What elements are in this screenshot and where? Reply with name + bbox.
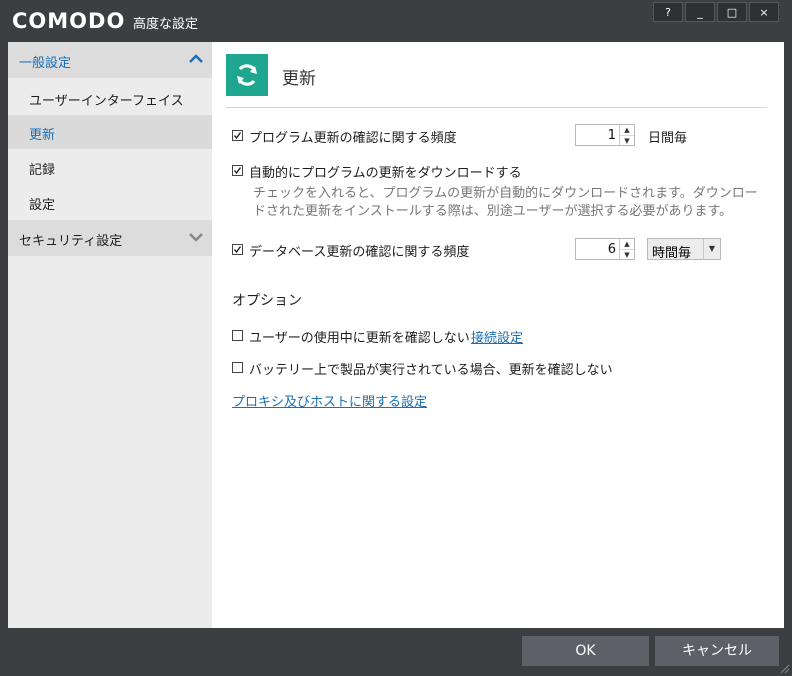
no-check-battery-label: バッテリー上で製品が実行されている場合、更新を確認しない: [249, 363, 613, 378]
resize-grip-icon[interactable]: [778, 662, 790, 674]
stepper-value: 6: [607, 242, 616, 257]
db-update-unit-select[interactable]: 時間毎 ▼: [647, 238, 721, 261]
stepper-value: 1: [607, 128, 616, 143]
close-button[interactable]: ×: [749, 2, 779, 22]
no-check-in-use-label: ユーザーの使用中に更新を確認しない: [249, 331, 470, 346]
sidebar-item-logging[interactable]: 記録: [8, 150, 212, 184]
db-update-label: データベース更新の確認に関する頻度: [249, 245, 470, 260]
settings-panel: 一般設定 ユーザーインターフェイス 更新 記録 設定 セキュリティ設定 更新 プ…: [8, 42, 784, 628]
minimize-button[interactable]: _: [685, 2, 715, 22]
proxy-settings-link[interactable]: プロキシ及びホストに関する設定: [232, 391, 427, 410]
settings-window: COMODO 高度な設定 ? _ □ × 一般設定 ユーザーインターフェイス 更…: [0, 0, 792, 676]
sidebar-item-settings[interactable]: 設定: [8, 185, 212, 219]
stepper-down-icon[interactable]: ▼: [620, 249, 634, 260]
sidebar-group-label: セキュリティ設定: [19, 234, 123, 249]
dropdown-arrow-icon: ▼: [703, 239, 720, 259]
no-check-in-use-checkbox[interactable]: [232, 330, 243, 341]
comodo-logo: COMODO: [12, 9, 126, 33]
sidebar-item-user-interface[interactable]: ユーザーインターフェイス: [8, 81, 212, 115]
auto-download-checkbox[interactable]: [232, 165, 243, 176]
stepper-up-icon[interactable]: ▲: [620, 125, 634, 135]
refresh-icon: [226, 54, 268, 96]
description-line: ドされた更新をインストールする際は、別途ユーザーが選択する必要があります。: [253, 204, 733, 219]
sidebar-item-label: 設定: [29, 198, 56, 213]
options-heading: オプション: [232, 293, 302, 309]
ok-button[interactable]: OK: [522, 636, 649, 666]
content-area: 更新 プログラム更新の確認に関する頻度 1 ▲ ▼ 日間毎 自動的にプログラムの…: [212, 42, 784, 628]
chevron-down-icon: [189, 233, 203, 242]
sidebar-group-security[interactable]: セキュリティ設定: [8, 220, 212, 256]
select-value: 時間毎: [652, 246, 692, 261]
stepper-arrows: ▲ ▼: [619, 239, 634, 259]
stepper-down-icon[interactable]: ▼: [620, 135, 634, 146]
sidebar-item-update[interactable]: 更新: [8, 115, 212, 149]
stepper-up-icon[interactable]: ▲: [620, 239, 634, 249]
help-button[interactable]: ?: [653, 2, 683, 22]
auto-download-description: チェックを入れると、プログラムの更新が自動的にダウンロードされます。ダウンロー …: [253, 185, 758, 221]
divider: [226, 107, 767, 108]
program-update-unit: 日間毎: [648, 131, 688, 146]
sidebar-group-general[interactable]: 一般設定: [8, 42, 212, 78]
stepper-arrows: ▲ ▼: [619, 125, 634, 145]
program-update-checkbox[interactable]: [232, 130, 243, 141]
sidebar-item-label: 記録: [29, 163, 56, 178]
db-update-checkbox[interactable]: [232, 244, 243, 255]
program-update-label: プログラム更新の確認に関する頻度: [249, 131, 457, 146]
sidebar: 一般設定 ユーザーインターフェイス 更新 記録 設定 セキュリティ設定: [8, 42, 212, 628]
title-bar: COMODO 高度な設定 ? _ □ ×: [0, 0, 792, 42]
db-update-stepper[interactable]: 6 ▲ ▼: [575, 238, 635, 260]
sidebar-item-label: ユーザーインターフェイス: [29, 94, 184, 109]
program-update-stepper[interactable]: 1 ▲ ▼: [575, 124, 635, 146]
page-title: 更新: [282, 69, 316, 89]
connection-settings-link[interactable]: 接続設定: [471, 327, 523, 346]
window-title: 高度な設定: [133, 17, 199, 32]
chevron-up-icon: [189, 54, 203, 63]
cancel-button[interactable]: キャンセル: [655, 636, 779, 666]
sidebar-group-label: 一般設定: [19, 56, 72, 71]
auto-download-label: 自動的にプログラムの更新をダウンロードする: [249, 166, 522, 181]
description-line: チェックを入れると、プログラムの更新が自動的にダウンロードされます。ダウンロー: [253, 186, 758, 201]
sidebar-item-label: 更新: [29, 128, 56, 143]
maximize-button[interactable]: □: [717, 2, 747, 22]
no-check-battery-checkbox[interactable]: [232, 362, 243, 373]
